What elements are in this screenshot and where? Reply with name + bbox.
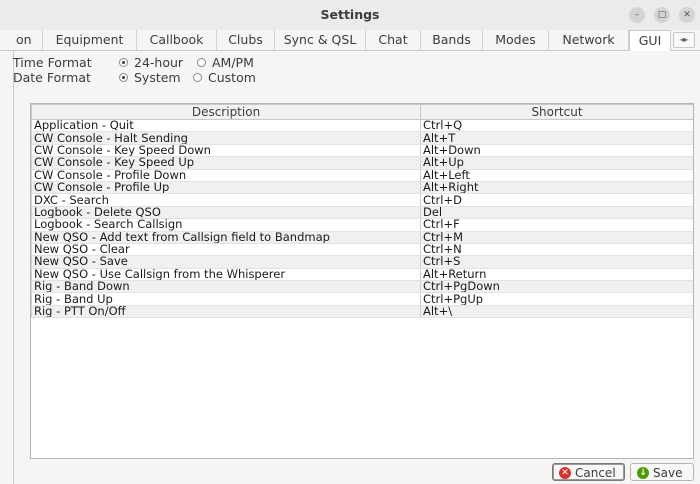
shortcut-key-cell[interactable]: Ctrl+S	[420, 255, 693, 269]
shortcut-key-cell[interactable]: Alt+T	[420, 131, 693, 145]
shortcut-key-cell[interactable]: Ctrl+Q	[420, 119, 693, 133]
shortcut-description-cell[interactable]: Rig - Band Down	[31, 280, 421, 294]
shortcut-key-cell[interactable]: Ctrl+N	[420, 243, 693, 257]
tab-sync-qsl[interactable]: Sync & QSL	[275, 30, 366, 50]
date-format-system-radio[interactable]	[119, 73, 128, 82]
cancel-icon: ✕	[559, 467, 571, 479]
shortcut-description-cell[interactable]: Rig - Band Up	[31, 292, 421, 306]
shortcut-description-cell[interactable]: Logbook - Delete QSO	[31, 206, 421, 220]
shortcut-key-cell[interactable]: Ctrl+M	[420, 231, 693, 244]
table-row[interactable]: New QSO - Use Callsign from the Whispere…	[31, 268, 693, 282]
tab-scroll-right-icon[interactable]: ▸	[684, 35, 688, 44]
shortcut-key-cell[interactable]: Ctrl+D	[420, 193, 693, 207]
date-format-custom-radio[interactable]	[193, 73, 202, 82]
shortcut-key-cell[interactable]: Alt+\	[420, 305, 693, 319]
title-bar[interactable]: Settings – □ ✕	[0, 0, 700, 31]
shortcut-description-cell[interactable]: Logbook - Search Callsign	[31, 218, 421, 232]
table-header-row: Description Shortcut	[31, 104, 693, 120]
tab-network[interactable]: Network	[549, 30, 629, 50]
column-header-shortcut[interactable]: Shortcut	[420, 104, 693, 120]
shortcut-key-cell[interactable]: Ctrl+F	[420, 218, 693, 232]
time-format-24h-radio[interactable]	[119, 58, 128, 67]
shortcut-key-cell[interactable]: Alt+Return	[420, 268, 693, 282]
table-row[interactable]: Rig - Band Up Ctrl+PgUp	[31, 292, 693, 306]
table-row[interactable]: Rig - Band Down Ctrl+PgDown	[31, 280, 693, 294]
save-icon: ↓	[637, 467, 649, 479]
maximize-icon[interactable]: □	[654, 7, 670, 23]
table-row[interactable]: DXC - Search Ctrl+D	[31, 193, 693, 207]
time-format-ampm-radio[interactable]	[197, 58, 206, 67]
table-row[interactable]: Logbook - Delete QSO Del	[31, 206, 693, 220]
tab-bands[interactable]: Bands	[421, 30, 483, 50]
shortcuts-table-body: Application - Quit Ctrl+Q CW Console - Hal…	[31, 119, 693, 319]
column-header-description[interactable]: Description	[31, 104, 421, 120]
table-row[interactable]: CW Console - Key Speed Up Alt+Up	[31, 156, 693, 170]
shortcut-description-cell[interactable]: Application - Quit	[31, 119, 421, 133]
close-icon[interactable]: ✕	[679, 7, 695, 23]
table-row[interactable]: Application - Quit Ctrl+Q	[31, 119, 693, 133]
tab-bar: on Equipment Callbook Clubs Sync & QSL C…	[0, 30, 700, 51]
shortcut-description-cell[interactable]: New QSO - Save	[31, 255, 421, 269]
date-format-custom-label[interactable]: Custom	[208, 69, 256, 87]
date-format-system-label[interactable]: System	[134, 69, 181, 87]
table-row[interactable]: CW Console - Profile Down Alt+Left	[31, 169, 693, 182]
table-row[interactable]: CW Console - Profile Up Alt+Right	[31, 181, 693, 195]
minimize-icon[interactable]: –	[629, 7, 645, 23]
tab-gui[interactable]: GUI	[629, 30, 671, 51]
shortcut-description-cell[interactable]: CW Console - Profile Up	[31, 181, 421, 195]
tab-callbook[interactable]: Callbook	[137, 30, 217, 50]
settings-window: Settings – □ ✕ on Equipment Callbook Clu…	[0, 0, 700, 484]
shortcut-description-cell[interactable]: DXC - Search	[31, 193, 421, 207]
save-button[interactable]: ↓ Save	[630, 463, 694, 481]
date-format-label: Date Format	[13, 70, 91, 85]
tab-chat[interactable]: Chat	[366, 30, 421, 50]
table-row[interactable]: Logbook - Search Callsign Ctrl+F	[31, 218, 693, 232]
tab-modes[interactable]: Modes	[483, 30, 549, 50]
cancel-button-label: Cancel	[575, 466, 616, 480]
shortcut-description-cell[interactable]: CW Console - Halt Sending	[31, 131, 421, 145]
shortcut-description-cell[interactable]: CW Console - Profile Down	[31, 169, 421, 182]
shortcuts-table[interactable]: Description Shortcut Application - Quit C…	[30, 103, 694, 459]
dialog-footer: ✕ Cancel ↓ Save	[13, 459, 700, 484]
table-row[interactable]: Rig - PTT On/Off Alt+\	[31, 305, 693, 319]
tab-station[interactable]: on	[0, 30, 43, 50]
shortcut-key-cell[interactable]: Ctrl+PgUp	[420, 292, 693, 306]
cancel-button[interactable]: ✕ Cancel	[552, 463, 625, 481]
tab-scroll-arrows[interactable]: ◂▸	[673, 32, 695, 48]
table-row[interactable]: New QSO - Add text from Callsign field t…	[31, 231, 693, 244]
shortcut-description-cell[interactable]: Rig - PTT On/Off	[31, 305, 421, 319]
save-button-label: Save	[653, 466, 683, 480]
tab-equipment[interactable]: Equipment	[43, 30, 137, 50]
shortcut-key-cell[interactable]: Ctrl+PgDown	[420, 280, 693, 294]
shortcut-key-cell[interactable]: Alt+Right	[420, 181, 693, 195]
date-format-row: Date Format System Custom	[13, 69, 313, 87]
table-row[interactable]: CW Console - Key Speed Down Alt+Down	[31, 144, 693, 158]
shortcut-key-cell[interactable]: Alt+Left	[420, 169, 693, 182]
shortcut-description-cell[interactable]: New QSO - Add text from Callsign field t…	[31, 231, 421, 244]
shortcut-description-cell[interactable]: New QSO - Use Callsign from the Whispere…	[31, 268, 421, 282]
shortcut-description-cell[interactable]: CW Console - Key Speed Up	[31, 156, 421, 170]
table-row[interactable]: New QSO - Save Ctrl+S	[31, 255, 693, 269]
shortcut-description-cell[interactable]: CW Console - Key Speed Down	[31, 144, 421, 158]
shortcut-key-cell[interactable]: Del	[420, 206, 693, 220]
table-row[interactable]: New QSO - Clear Ctrl+N	[31, 243, 693, 257]
tab-clubs[interactable]: Clubs	[217, 30, 275, 50]
shortcut-key-cell[interactable]: Alt+Down	[420, 144, 693, 158]
shortcut-description-cell[interactable]: New QSO - Clear	[31, 243, 421, 257]
window-title: Settings	[320, 7, 380, 22]
shortcut-key-cell[interactable]: Alt+Up	[420, 156, 693, 170]
table-row[interactable]: CW Console - Halt Sending Alt+T	[31, 131, 693, 145]
